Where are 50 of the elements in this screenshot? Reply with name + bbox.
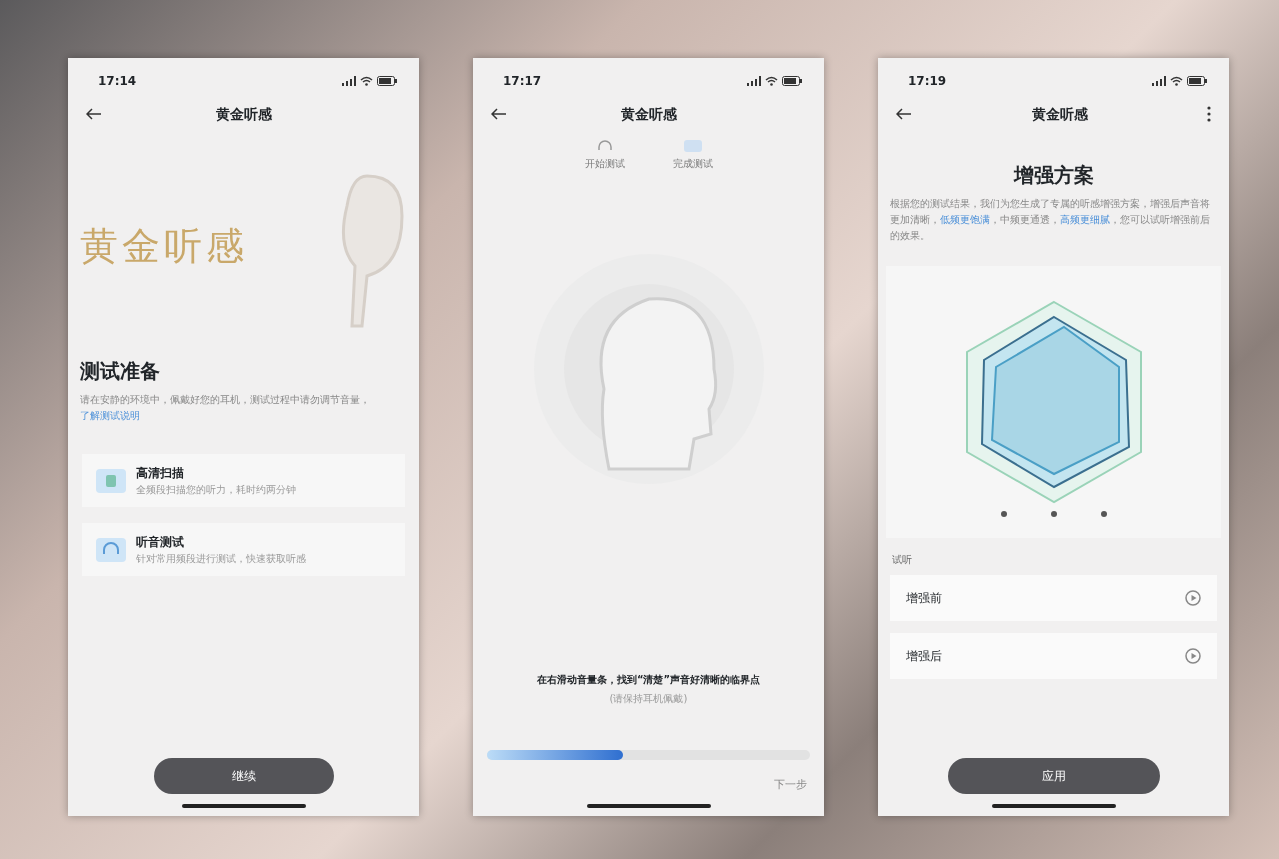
headphone-icon bbox=[96, 537, 126, 562]
signal-icon bbox=[1152, 76, 1166, 86]
screen-title: 黄金听感 bbox=[1030, 104, 1089, 124]
wifi-icon bbox=[360, 76, 373, 86]
sample-label: 增强前 bbox=[906, 590, 942, 607]
play-icon[interactable] bbox=[1185, 648, 1201, 664]
apply-button[interactable]: 应用 bbox=[947, 758, 1160, 794]
option-subtitle: 全频段扫描您的听力，耗时约两分钟 bbox=[136, 483, 296, 497]
screen-title: 黄金听感 bbox=[214, 104, 273, 124]
legend-dot bbox=[1050, 511, 1057, 517]
battery-icon bbox=[377, 76, 397, 86]
sample-label: 增强后 bbox=[906, 648, 942, 665]
note-text: (请保持耳机佩戴) bbox=[608, 691, 689, 706]
play-icon[interactable] bbox=[1185, 590, 1201, 606]
scan-icon bbox=[96, 468, 126, 493]
wifi-icon bbox=[1170, 76, 1183, 86]
sample-row[interactable]: 增强后 bbox=[890, 633, 1217, 679]
option-title: 听音测试 bbox=[136, 534, 185, 551]
wifi-icon bbox=[765, 76, 778, 86]
volume-slider[interactable] bbox=[487, 749, 810, 760]
legend-dot bbox=[1100, 511, 1107, 517]
status-time: 17:14 bbox=[98, 73, 137, 90]
plan-description: 根据您的测试结果，我们为您生成了专属的听感增强方案，增强后声音将更加清晰，低频更饱满，中频更通透，高频更细腻，您可以试听增强前后的效果。 bbox=[889, 197, 1211, 243]
headphone-step-icon bbox=[595, 140, 614, 152]
status-time: 17:19 bbox=[908, 73, 947, 90]
instruction-text: 在右滑动音量条，找到“清楚”声音好清晰的临界点 bbox=[535, 672, 762, 687]
section-label: 试听 bbox=[891, 553, 913, 567]
test-option[interactable]: 听音测试 针对常用频段进行测试，快速获取听感 bbox=[82, 523, 405, 576]
back-arrow-icon[interactable] bbox=[86, 108, 102, 120]
signal-icon bbox=[342, 76, 356, 86]
back-arrow-icon[interactable] bbox=[491, 108, 507, 120]
option-subtitle: 针对常用频段进行测试，快速获取听感 bbox=[136, 552, 306, 566]
test-option[interactable]: 高清扫描 全频段扫描您的听力，耗时约两分钟 bbox=[82, 454, 405, 507]
back-arrow-icon[interactable] bbox=[896, 108, 912, 120]
option-title: 高清扫描 bbox=[136, 465, 185, 482]
legend-dot bbox=[1000, 511, 1007, 517]
continue-button[interactable]: 继续 bbox=[153, 758, 334, 794]
sample-row[interactable]: 增强前 bbox=[890, 575, 1217, 621]
more-menu-icon[interactable] bbox=[1207, 106, 1211, 122]
status-time: 17:17 bbox=[503, 73, 542, 90]
hero-title: 黄金听感 bbox=[80, 222, 248, 270]
signal-icon bbox=[747, 76, 761, 86]
section-heading: 测试准备 bbox=[79, 358, 161, 385]
plan-heading: 增强方案 bbox=[1012, 162, 1095, 189]
step-label: 完成测试 bbox=[672, 157, 713, 171]
battery-icon bbox=[1187, 76, 1207, 86]
screen-title: 黄金听感 bbox=[619, 104, 678, 124]
battery-icon bbox=[782, 76, 802, 86]
intro-paragraph: 请在安静的环境中，佩戴好您的耳机，测试过程中请勿调节音量， 了解测试说明 bbox=[79, 393, 371, 423]
step-label: 开始测试 bbox=[584, 157, 625, 171]
